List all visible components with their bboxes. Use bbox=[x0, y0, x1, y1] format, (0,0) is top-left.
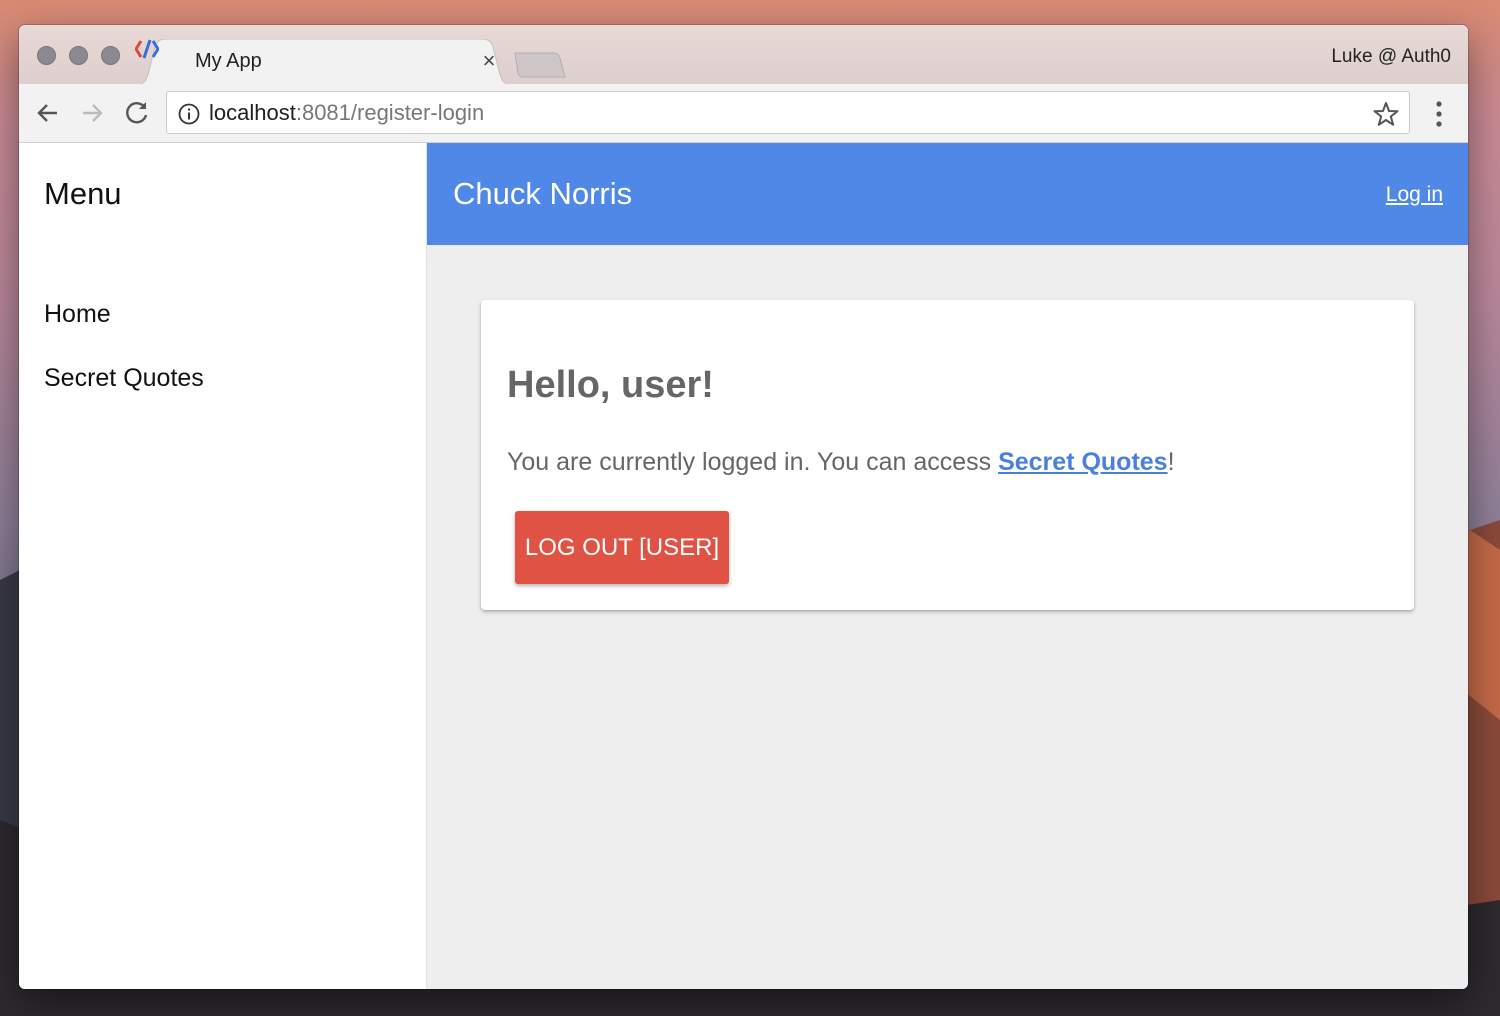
sidebar: Menu Home Secret Quotes bbox=[19, 143, 427, 989]
close-window-button[interactable] bbox=[37, 46, 56, 65]
minimize-window-button[interactable] bbox=[69, 46, 88, 65]
window-controls bbox=[37, 46, 120, 65]
secret-quotes-link[interactable]: Secret Quotes bbox=[998, 448, 1168, 476]
tab-my-app[interactable]: My App × bbox=[135, 39, 513, 85]
card-heading: Hello, user! bbox=[507, 364, 714, 406]
logout-button[interactable]: LOG OUT [USER] bbox=[515, 511, 729, 584]
tab-close-icon[interactable]: × bbox=[478, 50, 500, 72]
sidebar-item-secret-quotes[interactable]: Secret Quotes bbox=[44, 364, 204, 393]
more-vert-icon[interactable] bbox=[1426, 100, 1452, 128]
forward-arrow-icon bbox=[83, 104, 103, 122]
welcome-card: Hello, user! You are currently logged in… bbox=[481, 300, 1414, 610]
app-title: Chuck Norris bbox=[453, 176, 633, 211]
zoom-window-button[interactable] bbox=[101, 46, 120, 65]
card-text: You are currently logged in. You can acc… bbox=[507, 448, 1175, 477]
tab-strip: My App × Luke @ Auth0 bbox=[19, 25, 1468, 85]
favicon-icon bbox=[135, 39, 159, 59]
app-bar: Chuck Norris Log in bbox=[427, 143, 1468, 245]
sidebar-item-home[interactable]: Home bbox=[44, 300, 111, 329]
reload-icon bbox=[126, 102, 148, 124]
card-text-before: You are currently logged in. You can acc… bbox=[507, 448, 999, 476]
url-path: :8081/register-login bbox=[295, 100, 485, 125]
back-arrow-icon bbox=[37, 104, 57, 122]
new-tab-button[interactable] bbox=[513, 52, 567, 78]
url-host: localhost bbox=[209, 100, 296, 125]
browser-window: My App × Luke @ Auth0 localhost:8081/reg… bbox=[19, 25, 1468, 989]
star-icon[interactable] bbox=[1373, 101, 1399, 127]
address-bar[interactable]: localhost:8081/register-login bbox=[166, 91, 1410, 134]
url-text: localhost:8081/register-login bbox=[209, 100, 484, 126]
info-icon[interactable] bbox=[178, 103, 200, 125]
page-content: Menu Home Secret Quotes Chuck Norris Log… bbox=[19, 143, 1468, 989]
browser-toolbar: localhost:8081/register-login bbox=[19, 84, 1468, 143]
forward-button[interactable] bbox=[78, 99, 106, 127]
profile-name[interactable]: Luke @ Auth0 bbox=[1331, 46, 1451, 68]
login-link[interactable]: Log in bbox=[1386, 183, 1443, 207]
card-text-after: ! bbox=[1167, 448, 1175, 476]
back-button[interactable] bbox=[34, 99, 62, 127]
reload-button[interactable] bbox=[123, 99, 151, 127]
tab-title: My App bbox=[195, 50, 262, 72]
sidebar-title: Menu bbox=[44, 176, 122, 211]
